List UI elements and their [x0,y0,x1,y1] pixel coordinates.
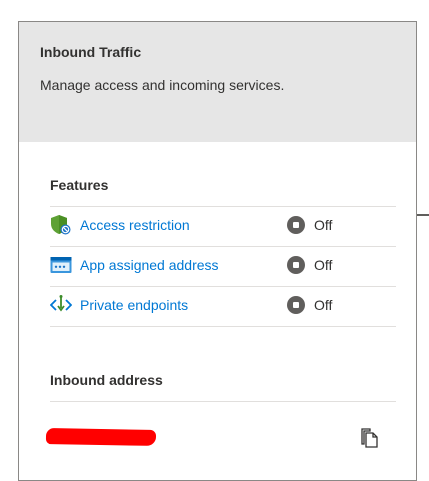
status-text: Off [314,217,333,233]
features-heading: Features [50,177,109,193]
row-divider [50,326,396,327]
feature-row-private-endpoints: Private endpoints Off [50,286,396,326]
inbound-address-heading: Inbound address [50,372,163,388]
private-endpoints-link[interactable]: Private endpoints [80,297,188,313]
inbound-address-divider [50,401,396,402]
app-assigned-address-link[interactable]: App assigned address [80,257,219,273]
stop-icon [287,216,305,234]
panel-title: Inbound Traffic [40,44,142,60]
stop-icon [287,296,305,314]
status-text: Off [314,257,333,273]
connector-line [417,214,429,216]
panel-header: Inbound Traffic Manage access and incomi… [19,22,416,142]
access-restriction-link[interactable]: Access restriction [80,217,190,233]
shield-icon [50,214,72,236]
feature-row-access-restriction: Access restriction Off [50,206,396,246]
app-assigned-address-status: Off [287,255,332,275]
inbound-traffic-panel: Inbound Traffic Manage access and incomi… [18,21,417,481]
feature-row-app-assigned-address: App assigned address Off [50,246,396,286]
copy-icon[interactable] [359,427,381,449]
stop-icon [287,256,305,274]
status-text: Off [314,297,333,313]
panel-description: Manage access and incoming services. [40,77,285,93]
private-endpoints-status: Off [287,295,332,315]
app-address-icon [50,254,72,276]
access-restriction-status: Off [287,215,332,235]
private-endpoint-icon [50,294,72,316]
redacted-address [45,428,157,446]
